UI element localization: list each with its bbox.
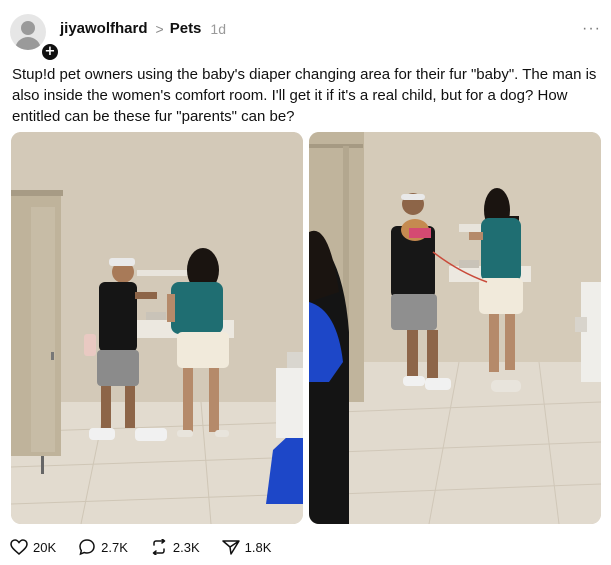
restroom-photo-left[interactable] — [11, 132, 303, 524]
post-timestamp: 1d — [210, 20, 226, 37]
more-options-icon[interactable]: ··· — [582, 21, 601, 37]
username-link[interactable]: jiyawolfhard — [60, 20, 148, 37]
avatar-body — [15, 37, 41, 50]
reply-button[interactable]: 2.7K — [78, 538, 128, 556]
avatar[interactable] — [10, 14, 46, 50]
follow-plus-icon[interactable]: + — [40, 42, 60, 62]
community-link[interactable]: Pets — [170, 20, 202, 37]
comment-icon — [79, 539, 95, 556]
send-icon — [221, 540, 240, 555]
restroom-scene-right — [309, 132, 601, 524]
restroom-scene-left — [11, 132, 303, 524]
share-button[interactable]: 1.8K — [221, 539, 272, 555]
repost-count: 2.3K — [172, 539, 200, 555]
repost-icon — [152, 539, 166, 555]
avatar-head — [21, 21, 35, 35]
thread-post: + jiyawolfhard > Pets 1d ··· Stup!d pet … — [0, 0, 611, 565]
share-count: 1.8K — [244, 539, 272, 555]
repost-button[interactable]: 2.3K — [150, 539, 200, 555]
like-count: 20K — [33, 539, 57, 555]
breadcrumb-separator: > — [155, 20, 164, 37]
post-header: + — [10, 12, 60, 62]
reply-count: 2.7K — [101, 539, 128, 555]
restroom-photo-right[interactable] — [309, 132, 601, 524]
like-button[interactable]: 20K — [10, 539, 56, 555]
heart-icon — [10, 539, 28, 555]
post-text: Stup!d pet owners using the baby's diape… — [12, 66, 597, 125]
post-meta: jiyawolfhard > Pets 1d — [60, 20, 226, 37]
action-bar: 20K 2.7K 2.3K 1.8K — [10, 538, 293, 556]
